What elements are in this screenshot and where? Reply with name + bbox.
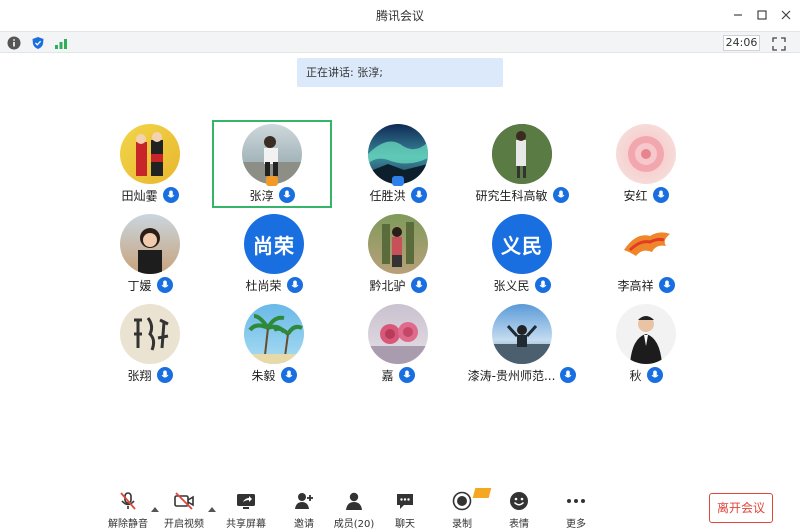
avatar (120, 304, 180, 364)
host-badge (266, 176, 278, 186)
participant-tile[interactable]: 李高祥 (586, 210, 706, 298)
avatar (616, 304, 676, 364)
avatar (244, 304, 304, 364)
participant-tile[interactable]: 义民 张义民 (462, 210, 582, 298)
members-icon (346, 492, 362, 510)
reactions-label: 表情 (509, 519, 529, 530)
participant-name: 研究生科高敏 (475, 188, 548, 203)
chat-button[interactable]: 聊天 (380, 490, 430, 530)
more-dots-icon (567, 499, 585, 503)
avatar (368, 124, 428, 184)
participant-name: 漆涛-贵州师范... (467, 368, 556, 383)
mic-icon (410, 187, 427, 203)
more-button[interactable]: 更多 (551, 490, 601, 530)
start-video-label: 开启视频 (164, 519, 204, 530)
avatar (616, 214, 676, 274)
emoji-icon (510, 492, 528, 510)
record-label: 录制 (452, 519, 472, 530)
mic-icon (552, 187, 569, 203)
mic-icon (280, 367, 297, 383)
participant-name: 嘉 (381, 368, 394, 383)
unmute-button[interactable]: 解除静音 (103, 490, 153, 530)
mic-icon (534, 277, 551, 293)
participant-tile[interactable]: 朱毅 (214, 300, 334, 388)
mic-icon (156, 277, 173, 293)
participant-grid: 田灿霎 张淳 任胜洪 研究生科高敏 安红 丁媛 尚荣 杜尚荣 黔北驴 义民 张义… (0, 0, 800, 531)
chat-label: 聊天 (395, 519, 415, 530)
members-button[interactable]: 成员(20) (329, 490, 379, 530)
participant-name: 张翔 (127, 368, 152, 383)
chat-icon (397, 494, 413, 509)
record-icon (452, 491, 472, 511)
avatar (492, 124, 552, 184)
share-screen-icon (237, 494, 255, 509)
invite-label: 邀请 (294, 519, 314, 530)
participant-name: 丁媛 (127, 278, 152, 293)
participant-tile[interactable]: 田灿霎 (90, 120, 210, 208)
participant-tile[interactable]: 张翔 (90, 300, 210, 388)
caret-up-icon (151, 507, 159, 512)
add-user-icon (295, 493, 313, 509)
video-off-icon (174, 492, 194, 510)
participant-tile[interactable]: 黔北驴 (338, 210, 458, 298)
avatar (368, 304, 428, 364)
participant-tile[interactable]: 秋 (586, 300, 706, 388)
mic-icon (646, 367, 663, 383)
mic-icon (560, 367, 577, 383)
mic-icon (156, 367, 173, 383)
avatar (492, 304, 552, 364)
participant-tile[interactable]: 任胜洪 (338, 120, 458, 208)
participant-name: 张义民 (493, 278, 530, 293)
invite-button[interactable]: 邀请 (279, 490, 329, 530)
avatar-initials: 义民 (501, 233, 543, 258)
reactions-button[interactable]: 表情 (494, 490, 544, 530)
mic-icon (398, 367, 415, 383)
mic-icon (652, 187, 669, 203)
avatar: 尚荣 (244, 214, 304, 274)
mic-icon (278, 187, 295, 203)
audio-options-caret[interactable] (151, 499, 159, 512)
participant-name: 秋 (629, 368, 642, 383)
participant-name: 安红 (623, 188, 648, 203)
participant-name: 田灿霎 (121, 188, 158, 203)
participant-tile-speaking[interactable]: 张淳 (212, 120, 332, 208)
avatar: 义民 (492, 214, 552, 274)
mic-muted-icon (120, 492, 136, 510)
unmute-label: 解除静音 (108, 519, 148, 530)
participant-tile[interactable]: 嘉 (338, 300, 458, 388)
participant-tile[interactable]: 安红 (586, 120, 706, 208)
avatar-initials: 尚荣 (253, 233, 295, 258)
participant-name: 李高祥 (617, 278, 654, 293)
participant-tile[interactable]: 丁媛 (90, 210, 210, 298)
start-video-button[interactable]: 开启视频 (159, 490, 209, 530)
more-label: 更多 (566, 519, 586, 530)
avatar (368, 214, 428, 274)
caret-up-icon (208, 507, 216, 512)
share-screen-label: 共享屏幕 (226, 519, 266, 530)
cohost-badge (392, 176, 404, 186)
participant-tile[interactable]: 研究生科高敏 (462, 120, 582, 208)
participant-name: 杜尚荣 (245, 278, 282, 293)
share-screen-button[interactable]: 共享屏幕 (221, 490, 271, 530)
avatar (120, 124, 180, 184)
video-options-caret[interactable] (208, 499, 216, 512)
participant-tile[interactable]: 漆涛-贵州师范... (462, 300, 582, 388)
avatar (616, 124, 676, 184)
participant-name: 朱毅 (251, 368, 276, 383)
mic-icon (286, 277, 303, 293)
participant-tile[interactable]: 尚荣 杜尚荣 (214, 210, 334, 298)
avatar (120, 214, 180, 274)
members-label: 成员(20) (333, 519, 375, 530)
mic-icon (658, 277, 675, 293)
record-button[interactable]: 录制 (437, 490, 487, 530)
participant-name: 黔北驴 (369, 278, 406, 293)
leave-meeting-button[interactable]: 离开会议 (709, 493, 773, 523)
avatar (242, 124, 302, 184)
mic-icon (162, 187, 179, 203)
participant-name: 张淳 (249, 188, 274, 203)
mic-icon (410, 277, 427, 293)
participant-name: 任胜洪 (369, 188, 406, 203)
